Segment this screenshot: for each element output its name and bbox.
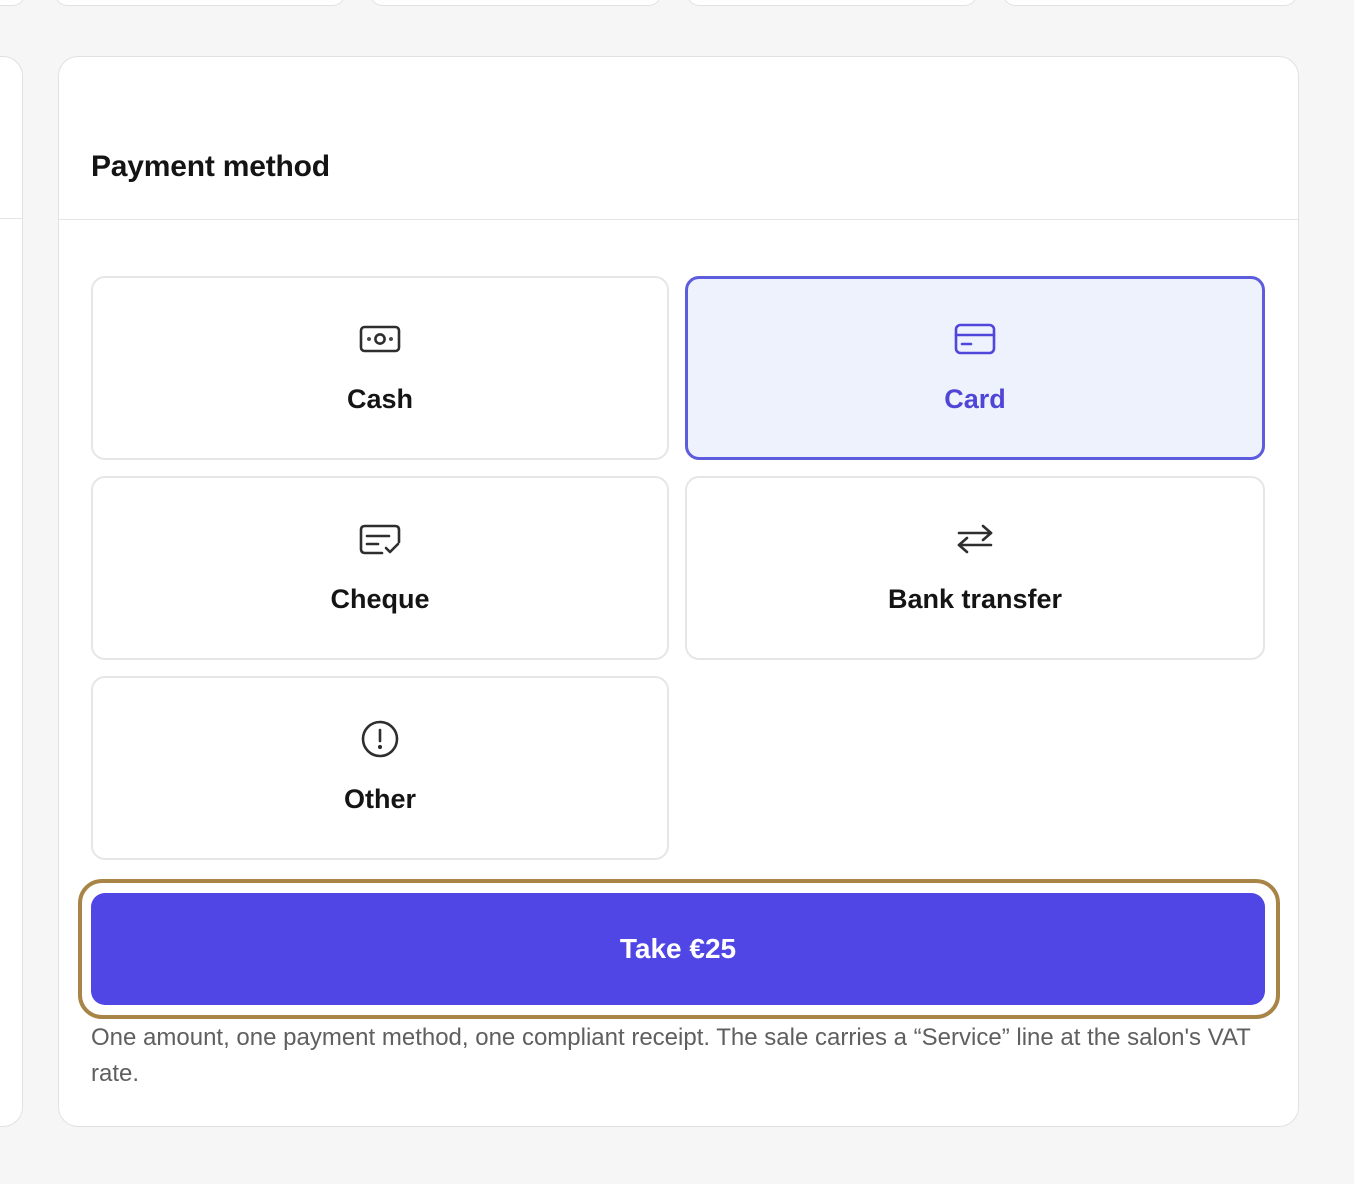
top-tab-card[interactable] [369, 0, 662, 6]
cheque-icon [358, 518, 402, 558]
help-text: One amount, one payment method, one comp… [91, 1024, 1251, 1087]
payment-option-bank-transfer[interactable]: Bank transfer [685, 476, 1265, 660]
panel-header: Payment method [59, 57, 1298, 220]
top-tab-card[interactable] [1002, 0, 1298, 6]
credit-card-icon [953, 318, 997, 358]
top-tab-card[interactable] [54, 0, 346, 6]
left-panel [0, 56, 23, 1127]
banknote-icon [358, 318, 402, 358]
payment-option-other[interactable]: Other [91, 676, 669, 860]
payment-option-label: Cash [346, 384, 414, 414]
payment-option-label: Card [944, 384, 1006, 414]
payment-option-cash[interactable]: Cash [91, 276, 669, 460]
payment-option-cheque[interactable]: Cheque [91, 476, 669, 660]
payment-option-label: Other [343, 784, 416, 814]
payment-option-label: Bank transfer [887, 584, 1063, 614]
top-tab-card[interactable] [0, 0, 26, 6]
payment-option-label: Cheque [330, 584, 430, 614]
alert-circle-icon [358, 718, 402, 758]
transfer-arrows-icon [953, 518, 997, 558]
take-payment-button[interactable]: Take €25 [91, 893, 1265, 1005]
top-tab-card[interactable] [686, 0, 978, 6]
left-panel-divider [0, 218, 22, 219]
panel-title: Payment method [91, 150, 330, 183]
payment-method-panel: Payment method Cash Card Cheque Bank tra… [58, 56, 1299, 1127]
payment-option-card[interactable]: Card [685, 276, 1265, 460]
